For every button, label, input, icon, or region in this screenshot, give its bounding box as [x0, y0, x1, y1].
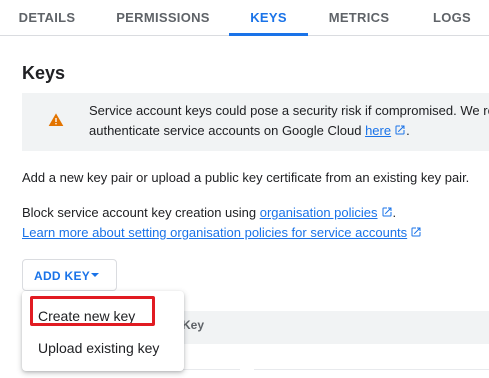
external-link-icon[interactable]: [410, 226, 422, 238]
menu-item-upload-existing-key[interactable]: Upload existing key: [22, 331, 184, 363]
add-key-button[interactable]: ADD KEY: [22, 259, 117, 291]
tab-details[interactable]: DETAILS: [0, 0, 94, 36]
banner-text-line-2: authenticate service accounts on Google …: [89, 123, 410, 138]
menu-item-label: Upload existing key: [38, 340, 160, 356]
banner-text-suffix: .: [406, 123, 410, 138]
tab-metrics[interactable]: METRICS: [318, 0, 400, 36]
banner-text-prefix: authenticate service accounts on Google …: [89, 123, 366, 138]
tab-bar: DETAILS PERMISSIONS KEYS METRICS LOGS: [0, 0, 489, 36]
organisation-policies-link[interactable]: organisation policies: [260, 205, 378, 220]
tab-logs[interactable]: LOGS: [415, 0, 489, 36]
policy-text-prefix: Block service account key creation using: [22, 205, 260, 220]
warning-icon: [48, 113, 64, 126]
security-warning-banner: Service account keys could pose a securi…: [22, 93, 489, 151]
menu-item-create-new-key[interactable]: Create new key: [22, 299, 184, 331]
key-column-header: Key: [182, 318, 205, 332]
learn-more-link[interactable]: Learn more about setting organisation po…: [22, 225, 407, 240]
add-key-label: ADD KEY: [34, 269, 91, 283]
external-link-icon[interactable]: [381, 206, 393, 218]
tab-permissions[interactable]: PERMISSIONS: [104, 0, 222, 36]
caret-down-icon: [91, 273, 99, 277]
intro-text: Add a new key pair or upload a public ke…: [22, 170, 470, 185]
active-tab-indicator: [229, 33, 308, 36]
banner-text-line-1: Service account keys could pose a securi…: [89, 103, 489, 118]
policy-text: Block service account key creation using…: [22, 205, 396, 220]
learn-more-line: Learn more about setting organisation po…: [22, 225, 422, 240]
here-link[interactable]: here: [365, 123, 391, 138]
tab-keys[interactable]: KEYS: [229, 0, 308, 36]
menu-item-label: Create new key: [38, 308, 136, 324]
add-key-menu: Create new key Upload existing key: [22, 291, 184, 371]
table-divider: [180, 369, 240, 370]
page-title: Keys: [22, 63, 66, 83]
table-divider: [254, 369, 489, 370]
policy-text-suffix: .: [392, 205, 397, 220]
external-link-icon[interactable]: [394, 124, 406, 136]
